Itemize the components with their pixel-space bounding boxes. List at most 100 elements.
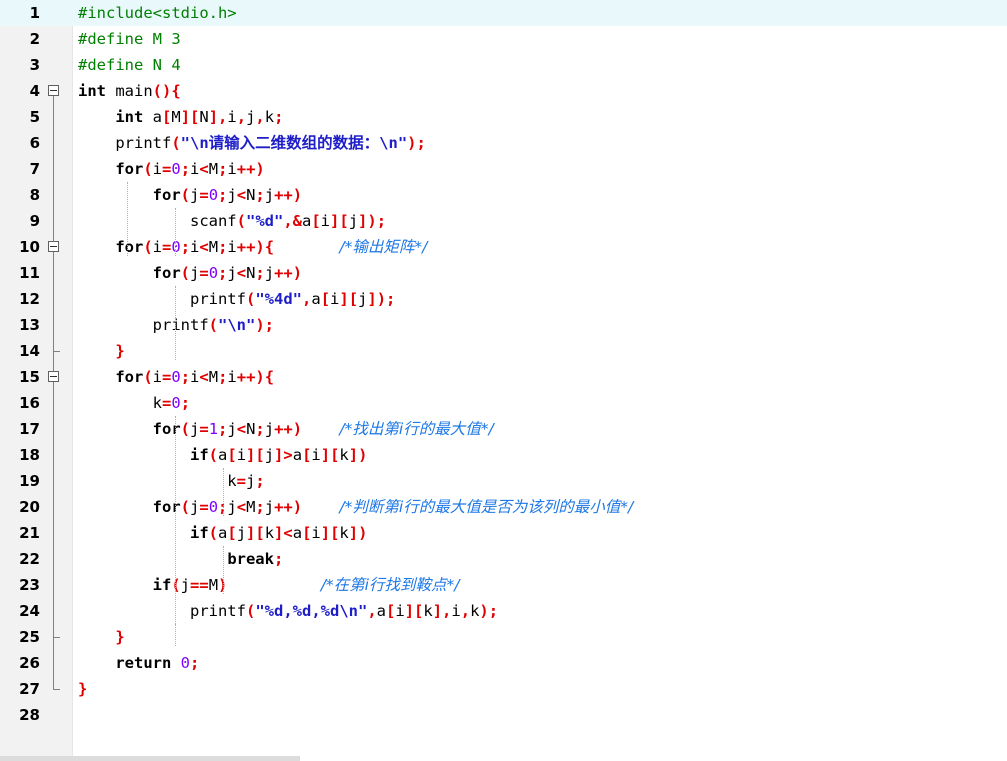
code-token: i bbox=[320, 212, 331, 230]
code-token: ; bbox=[255, 264, 265, 282]
fold-range-line bbox=[53, 382, 54, 637]
indent-guide bbox=[175, 208, 176, 256]
fold-toggle-icon[interactable] bbox=[48, 85, 59, 96]
code-line[interactable]: 1 #include<stdio.h> bbox=[0, 0, 1007, 26]
code-line[interactable]: 26 return 0; bbox=[0, 650, 1007, 676]
fold-end-marker bbox=[53, 689, 60, 690]
code-line[interactable]: 7 for(i=0;i<M;i++) bbox=[0, 156, 1007, 182]
code-token: 0 bbox=[171, 394, 181, 412]
code-token: if bbox=[189, 524, 209, 542]
code-text: if(j==M) /*在第i行找到鞍点*/ bbox=[78, 572, 460, 598]
code-line[interactable]: 13 printf("\n"); bbox=[0, 312, 1007, 338]
code-token: N bbox=[246, 264, 256, 282]
code-line[interactable]: 25 } bbox=[0, 624, 1007, 650]
code-token: /*输出矩阵*/ bbox=[339, 238, 428, 256]
code-text: for(i=0;i<M;i++){ /*输出矩阵*/ bbox=[78, 234, 427, 260]
code-text: printf("%4d",a[i][j]); bbox=[78, 286, 395, 312]
code-line[interactable]: 5 int a[M][N],i,j,k; bbox=[0, 104, 1007, 130]
fold-toggle-icon[interactable] bbox=[48, 371, 59, 382]
code-token: k bbox=[78, 472, 237, 490]
code-line[interactable]: 27} bbox=[0, 676, 1007, 702]
code-token: < bbox=[236, 420, 247, 438]
code-line[interactable]: 19 k=j; bbox=[0, 468, 1007, 494]
code-line[interactable]: 21 if(a[j][k]<a[i][k]) bbox=[0, 520, 1007, 546]
code-token: ], bbox=[208, 108, 228, 126]
code-line[interactable]: 22 break; bbox=[0, 546, 1007, 572]
code-token: M bbox=[246, 498, 256, 516]
fold-toggle-icon[interactable] bbox=[48, 241, 59, 252]
code-token: "\n请输入二维数组的数据：\n" bbox=[180, 134, 408, 152]
code-line[interactable]: 3 #define N 4 bbox=[0, 52, 1007, 78]
code-token: (){ bbox=[152, 82, 181, 100]
fold-end-marker bbox=[53, 637, 60, 638]
code-token: for bbox=[152, 186, 181, 204]
line-number: 26 bbox=[19, 654, 40, 672]
code-token: ][ bbox=[404, 602, 424, 620]
code-line[interactable]: 12 printf("%4d",a[i][j]); bbox=[0, 286, 1007, 312]
code-token: ; bbox=[218, 420, 228, 438]
code-line[interactable]: 24 printf("%d,%d,%d\n",a[i][k],i,k); bbox=[0, 598, 1007, 624]
line-number: 9 bbox=[29, 212, 40, 230]
code-line[interactable]: 23 if(j==M) /*在第i行找到鞍点*/ bbox=[0, 572, 1007, 598]
line-number: 7 bbox=[29, 160, 40, 178]
line-number: 28 bbox=[19, 706, 40, 724]
code-line[interactable]: 4 int main(){ bbox=[0, 78, 1007, 104]
line-number: 15 bbox=[19, 368, 40, 386]
code-token: , bbox=[460, 602, 471, 620]
code-token: int bbox=[78, 82, 106, 100]
line-number: 4 bbox=[29, 82, 40, 100]
code-token: [ bbox=[302, 524, 312, 542]
code-token: M bbox=[171, 108, 181, 126]
code-token: ; bbox=[273, 550, 284, 568]
code-line[interactable]: 18 if(a[i][j]>a[i][k]) bbox=[0, 442, 1007, 468]
code-token: j bbox=[180, 576, 191, 594]
code-token: = bbox=[199, 186, 209, 204]
code-token: 0 bbox=[208, 186, 219, 204]
code-text: break; bbox=[78, 546, 283, 572]
code-line[interactable]: 6 printf("\n请输入二维数组的数据：\n"); bbox=[0, 130, 1007, 156]
code-line[interactable]: 17 for(j=1;j<N;j++) /*找出第i行的最大值*/ bbox=[0, 416, 1007, 442]
code-text: int main(){ bbox=[78, 78, 181, 104]
code-token: j bbox=[227, 420, 237, 438]
fold-range-line bbox=[53, 252, 54, 351]
code-token: , bbox=[255, 108, 265, 126]
code-token: a bbox=[218, 524, 228, 542]
code-line[interactable]: 10 for(i=0;i<M;i++){ /*输出矩阵*/ bbox=[0, 234, 1007, 260]
code-editor[interactable]: 1 #include<stdio.h> 2 #define M 3 3 #define N… bbox=[0, 0, 1007, 761]
line-number: 10 bbox=[19, 238, 40, 256]
code-token: for bbox=[152, 498, 181, 516]
code-token: k bbox=[264, 524, 275, 542]
code-token: ++) bbox=[274, 420, 303, 438]
code-token: break bbox=[227, 550, 274, 568]
code-token: ; bbox=[180, 368, 191, 386]
code-line[interactable]: 9 scanf("%d",&a[i][j]); bbox=[0, 208, 1007, 234]
code-line[interactable]: 15 for(i=0;i<M;i++){ bbox=[0, 364, 1007, 390]
code-line[interactable]: 11 for(j=0;j<N;j++) bbox=[0, 260, 1007, 286]
code-token: j bbox=[190, 498, 200, 516]
code-text: for(i=0;i<M;i++) bbox=[78, 156, 264, 182]
code-text: scanf("%d",&a[i][j]); bbox=[78, 208, 386, 234]
code-line[interactable]: 2 #define M 3 bbox=[0, 26, 1007, 52]
code-token: j bbox=[246, 108, 256, 126]
code-line[interactable]: 28 bbox=[0, 702, 1007, 728]
code-token: i bbox=[236, 446, 247, 464]
code-line[interactable]: 8 for(j=0;j<N;j++) bbox=[0, 182, 1007, 208]
code-token: j bbox=[227, 186, 237, 204]
code-line[interactable]: 20 for(j=0;j<M;j++) /*判断第i行的最大值是否为该列的最小值… bbox=[0, 494, 1007, 520]
code-text: int a[M][N],i,j,k; bbox=[78, 104, 283, 130]
code-line[interactable]: 16 k=0; bbox=[0, 390, 1007, 416]
code-token: = bbox=[199, 420, 209, 438]
horizontal-scrollbar[interactable] bbox=[0, 756, 300, 761]
code-line[interactable]: 14 } bbox=[0, 338, 1007, 364]
code-token: j bbox=[264, 420, 275, 438]
code-token: k bbox=[339, 524, 349, 542]
code-token: ( bbox=[180, 420, 190, 438]
code-token: N bbox=[246, 420, 256, 438]
code-text: return 0; bbox=[78, 650, 199, 676]
code-token: #include<stdio.h> bbox=[78, 4, 237, 22]
